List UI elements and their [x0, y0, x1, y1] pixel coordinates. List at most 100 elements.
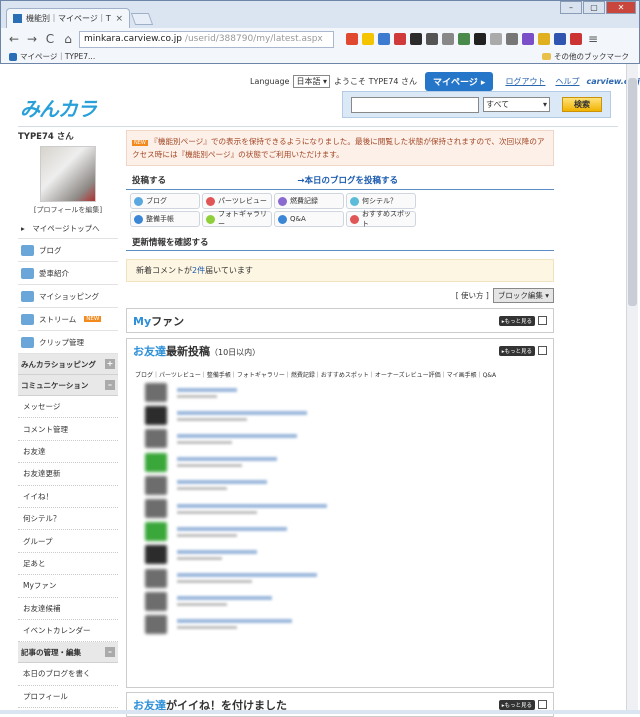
extension-icon[interactable] — [538, 33, 550, 45]
section-communication[interactable]: コミュニケーション – — [18, 375, 118, 396]
entry-thumbnail[interactable] — [145, 591, 167, 611]
block-edit-button[interactable]: ブロック編集 ▾ — [492, 288, 554, 303]
forward-button[interactable]: → — [25, 32, 39, 46]
section-shopping[interactable]: みんカラショッピング + — [18, 354, 118, 375]
mypage-button[interactable]: マイページ ▸ — [424, 72, 494, 91]
entry-title[interactable] — [177, 503, 327, 508]
list-item[interactable] — [127, 613, 553, 636]
sidebar-comm-item[interactable]: コメント管理 — [18, 418, 118, 441]
list-item[interactable] — [127, 497, 553, 520]
entry-title[interactable] — [177, 387, 237, 392]
post-type-button[interactable]: ブログ — [130, 193, 200, 209]
help-link[interactable]: ヘルプ — [555, 76, 579, 87]
scrollbar-thumb[interactable] — [628, 78, 637, 306]
home-button[interactable]: ⌂ — [61, 32, 75, 46]
friends-tabs[interactable]: ブログ｜パーツレビュー｜整備手帳｜フォトギャラリー｜燃費記録｜おすすめスポット｜… — [127, 362, 553, 381]
address-bar[interactable]: minkara.carview.co.jp/userid/388790/my/l… — [79, 30, 334, 48]
bookmark-item[interactable]: マイページ｜TYPE7... — [20, 51, 95, 62]
usage-link[interactable]: [ 使い方 ] — [456, 290, 489, 301]
sidebar-item-blog[interactable]: ブログ — [18, 239, 118, 262]
sidebar-comm-item[interactable]: 何シテル？ — [18, 508, 118, 531]
browser-menu-icon[interactable]: ≡ — [586, 32, 600, 46]
list-item[interactable] — [127, 474, 553, 497]
extension-icon[interactable] — [554, 33, 566, 45]
extension-icon[interactable] — [442, 33, 454, 45]
extension-icon[interactable] — [410, 33, 422, 45]
more-button[interactable]: ▸もっと見る — [498, 315, 535, 326]
entry-title[interactable] — [177, 526, 287, 531]
bookmark-star-icon[interactable] — [362, 33, 374, 45]
back-button[interactable]: ← — [7, 32, 21, 46]
entry-thumbnail[interactable] — [145, 614, 167, 634]
entry-thumbnail[interactable] — [145, 452, 167, 472]
sidebar-comm-item[interactable]: グループ — [18, 530, 118, 553]
maximize-button[interactable]: ▢ — [583, 1, 605, 14]
entry-thumbnail[interactable] — [145, 475, 167, 495]
sidebar-comm-item[interactable]: お友達候補 — [18, 598, 118, 620]
list-item[interactable] — [127, 543, 553, 566]
sidebar-item-car[interactable]: 愛車紹介 — [18, 262, 118, 285]
more-button[interactable]: ▸もっと見る — [498, 699, 535, 710]
profile-edit-link[interactable]: [プロフィールを編集] — [18, 205, 118, 215]
entry-title[interactable] — [177, 619, 292, 624]
sidebar-mypage-top[interactable]: ▸ マイページトップへ — [18, 219, 118, 239]
browser-tab[interactable]: 機能別｜マイページ｜TYP × — [6, 8, 130, 28]
list-item[interactable] — [127, 520, 553, 543]
reload-button[interactable]: C — [43, 32, 57, 46]
post-today-link[interactable]: →本日のブログを投稿する — [297, 174, 398, 186]
close-window-button[interactable]: ✕ — [606, 1, 636, 14]
extension-icon[interactable] — [346, 33, 358, 45]
sidebar-comm-item[interactable]: お友達 — [18, 441, 118, 464]
logout-link[interactable]: ログアウト — [505, 76, 545, 87]
sidebar-comm-item[interactable]: お友達更新 — [18, 463, 118, 486]
list-item[interactable] — [127, 381, 553, 404]
extension-icon[interactable] — [394, 33, 406, 45]
entry-title[interactable] — [177, 480, 267, 485]
post-type-button[interactable]: おすすめスポット — [346, 210, 416, 228]
entry-thumbnail[interactable] — [145, 406, 167, 426]
post-type-button[interactable]: Q&A — [274, 211, 344, 227]
extension-icon[interactable] — [506, 33, 518, 45]
entry-thumbnail[interactable] — [145, 499, 167, 519]
entry-title[interactable] — [177, 596, 272, 601]
list-item[interactable] — [127, 567, 553, 590]
post-type-button[interactable]: 燃費記録 — [274, 193, 344, 209]
extension-icon[interactable] — [570, 33, 582, 45]
avatar[interactable] — [40, 146, 96, 202]
minimize-icon[interactable] — [538, 700, 547, 709]
extension-icon[interactable] — [474, 33, 486, 45]
list-item[interactable] — [127, 451, 553, 474]
search-scope-select[interactable]: すべて ▾ — [483, 97, 550, 112]
entry-title[interactable] — [177, 573, 317, 578]
other-bookmarks[interactable]: その他のブックマーク — [542, 51, 629, 62]
expand-icon[interactable]: + — [105, 359, 115, 369]
minimize-button[interactable]: – — [560, 1, 582, 14]
sidebar-item-stream[interactable]: ストリーム NEW — [18, 308, 118, 331]
entry-title[interactable] — [177, 549, 257, 554]
search-button[interactable]: 検索 — [562, 97, 602, 112]
sidebar-item-shopping[interactable]: マイショッピング — [18, 285, 118, 308]
minimize-icon[interactable] — [538, 346, 547, 355]
list-item[interactable] — [127, 427, 553, 450]
extension-icon[interactable] — [490, 33, 502, 45]
post-type-button[interactable]: 整備手帳 — [130, 211, 200, 227]
entry-thumbnail[interactable] — [145, 568, 167, 588]
sidebar-item-clip[interactable]: クリップ管理 — [18, 331, 118, 354]
sidebar-article-item[interactable]: プロフィール — [18, 686, 118, 709]
post-type-button[interactable]: 何シテル？ — [346, 193, 416, 209]
sidebar-comm-item[interactable]: イベントカレンダー — [18, 620, 118, 643]
collapse-icon[interactable]: – — [105, 647, 115, 658]
extension-icon[interactable] — [522, 33, 534, 45]
tab-close-icon[interactable]: × — [115, 14, 123, 24]
collapse-icon[interactable]: – — [105, 380, 115, 390]
minimize-icon[interactable] — [538, 316, 547, 325]
extension-icon[interactable] — [378, 33, 390, 45]
entry-thumbnail[interactable] — [145, 383, 167, 403]
more-button[interactable]: ▸もっと見る — [498, 345, 535, 356]
sidebar-comm-item[interactable]: Myファン — [18, 575, 118, 598]
sidebar-comm-item[interactable]: 足あと — [18, 553, 118, 576]
entry-title[interactable] — [177, 410, 307, 415]
extension-icon[interactable] — [458, 33, 470, 45]
language-select[interactable]: 日本語 ▾ — [293, 75, 331, 88]
entry-title[interactable] — [177, 433, 297, 438]
